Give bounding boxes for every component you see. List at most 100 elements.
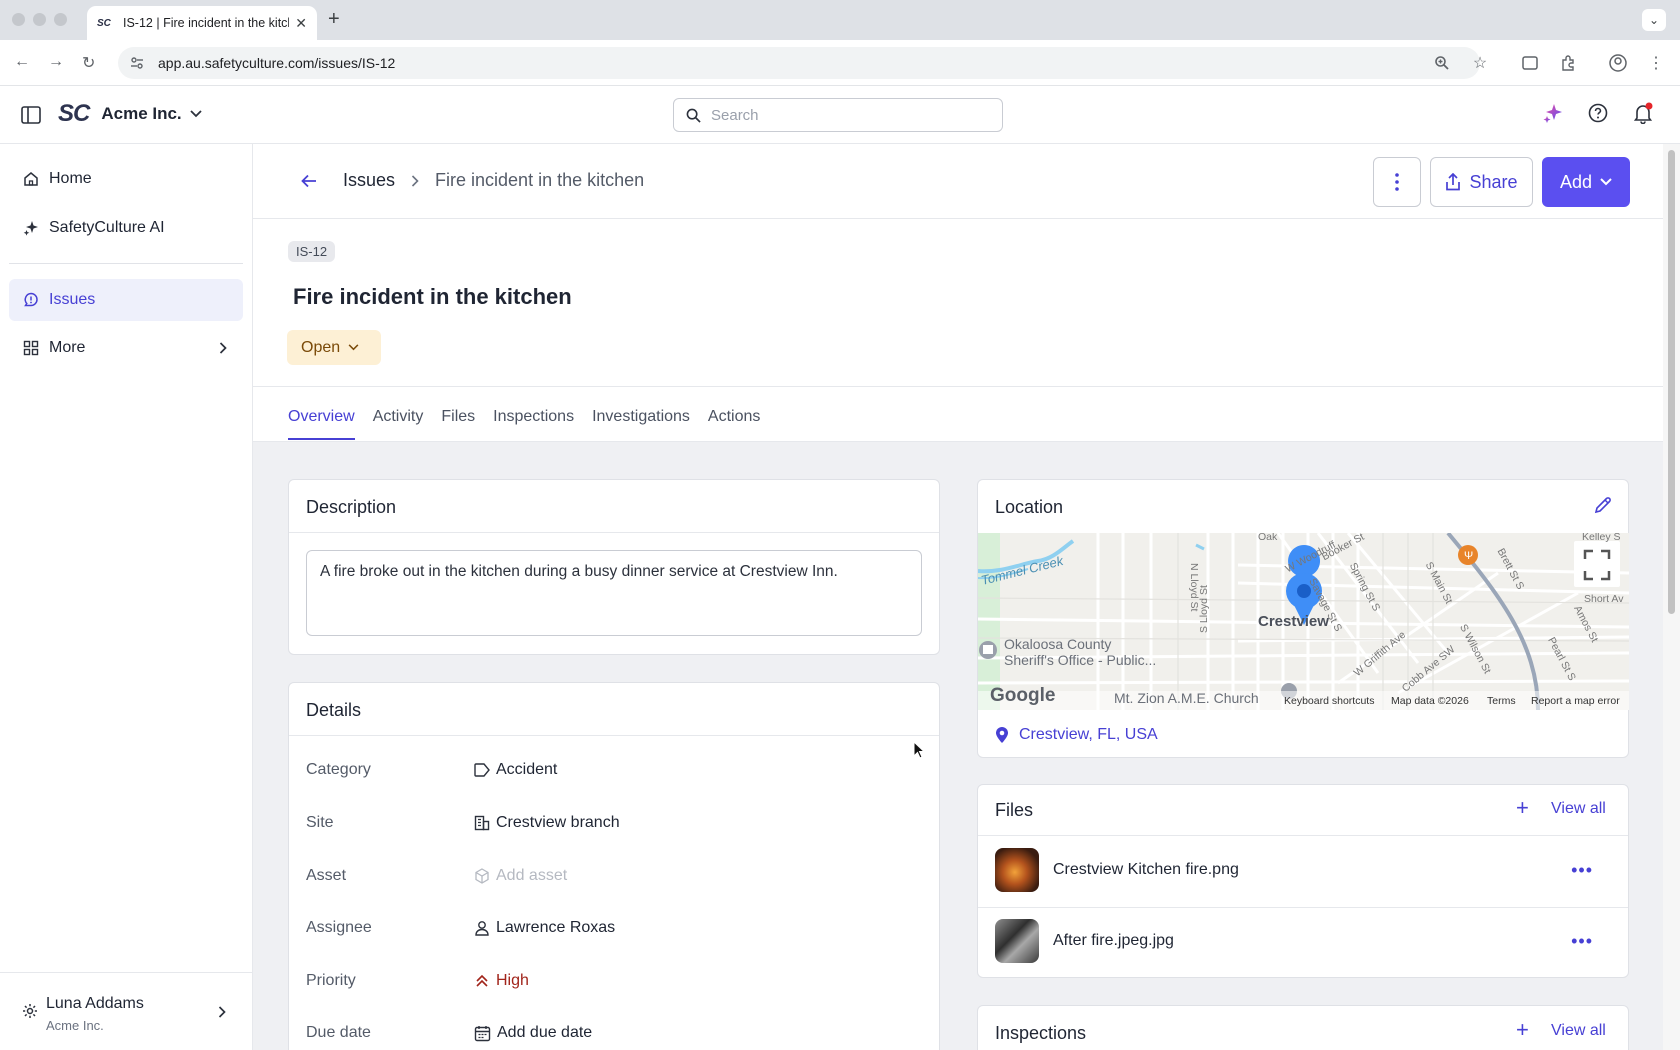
file-item[interactable]: After fire.jpeg.jpg ••• — [995, 919, 1611, 963]
person-icon — [474, 920, 490, 936]
mouse-cursor-icon — [913, 741, 925, 759]
calendar-icon — [474, 1025, 491, 1042]
extensions-icon[interactable] — [1558, 53, 1578, 73]
user-menu[interactable]: Luna Addams Acme Inc. — [0, 972, 252, 1050]
assignee-value[interactable]: Lawrence Roxas — [474, 919, 615, 937]
site-value[interactable]: Crestview branch — [474, 814, 620, 832]
location-map[interactable]: Ψ Crestview Okaloosa County Sheriff's Of… — [978, 533, 1629, 710]
category-text: Accident — [496, 761, 558, 778]
browser-tab-bar: SC IS-12 | Fire incident in the kitchen … — [0, 0, 1680, 40]
tab-close-icon[interactable]: ✕ — [295, 15, 307, 32]
tab-files[interactable]: Files — [441, 408, 475, 440]
favicon-icon: SC — [97, 17, 111, 29]
chevron-right-icon — [219, 342, 227, 354]
site-info-icon[interactable] — [130, 56, 146, 70]
sparkle-icon — [23, 220, 43, 236]
inspections-view-all-link[interactable]: View all — [1551, 1022, 1606, 1040]
map-city-label: Crestview — [1258, 613, 1329, 630]
map-terms-link[interactable]: Terms — [1487, 695, 1516, 707]
breadcrumb: Issues Fire incident in the kitchen — [301, 170, 644, 191]
tab-actions[interactable]: Actions — [708, 408, 760, 440]
ai-sparkle-icon[interactable] — [1542, 102, 1564, 124]
screen-capture-icon[interactable] — [1520, 53, 1540, 73]
breadcrumb-issues-link[interactable]: Issues — [343, 170, 395, 191]
new-tab-icon[interactable]: + — [328, 8, 340, 31]
cube-icon — [474, 868, 490, 884]
window-close-button[interactable] — [12, 13, 25, 26]
search-icon — [686, 108, 701, 123]
reload-icon[interactable]: ↻ — [82, 53, 95, 73]
files-view-all-link[interactable]: View all — [1551, 800, 1606, 818]
add-asset-button[interactable]: Add asset — [474, 867, 567, 885]
back-icon[interactable]: ← — [14, 53, 30, 71]
detail-label: Asset — [306, 867, 347, 884]
issue-id-badge: IS-12 — [288, 241, 336, 262]
sidebar-toggle-icon[interactable] — [21, 106, 41, 124]
details-card: Details Category Accident Site Crestview… — [288, 682, 940, 1050]
tab-search-icon[interactable]: ⌄ — [1642, 9, 1666, 31]
detail-row-due-date: Due date Add due date — [306, 1020, 906, 1046]
assignee-text: Lawrence Roxas — [496, 919, 616, 936]
add-due-date-button[interactable]: Add due date — [474, 1024, 592, 1042]
grid-icon — [23, 340, 43, 356]
priority-value[interactable]: High — [474, 972, 529, 990]
more-options-button[interactable] — [1373, 157, 1421, 207]
map-poi-label: Sheriff's Office - Public... — [1004, 652, 1157, 668]
browser-tab[interactable]: SC IS-12 | Fire incident in the kitchen … — [87, 6, 317, 40]
share-button[interactable]: Share — [1430, 157, 1533, 207]
due-date-text: Add due date — [497, 1024, 593, 1041]
tab-investigations[interactable]: Investigations — [592, 408, 690, 440]
priority-text: High — [496, 972, 529, 989]
zoom-icon[interactable] — [1432, 53, 1452, 73]
add-button[interactable]: Add — [1542, 157, 1630, 207]
map-street-label: Oak — [1258, 533, 1278, 543]
location-address-link[interactable]: Crestview, FL, USA — [995, 726, 1158, 744]
notifications-bell-icon[interactable] — [1632, 102, 1654, 124]
app-header: SC Acme Inc. Search — [0, 86, 1680, 144]
map-report-error-link[interactable]: Report a map error — [1531, 695, 1620, 707]
map-keyboard-shortcuts-link[interactable]: Keyboard shortcuts — [1284, 695, 1374, 707]
sidebar-item-more[interactable]: More — [9, 327, 243, 369]
description-textarea[interactable]: A fire broke out in the kitchen during a… — [306, 550, 922, 636]
detail-row-assignee: Assignee Lawrence Roxas — [306, 915, 906, 941]
category-value[interactable]: Accident — [474, 761, 557, 779]
edit-pencil-icon[interactable] — [1594, 496, 1612, 514]
sidebar-item-home[interactable]: Home — [9, 158, 243, 200]
issue-title[interactable]: Fire incident in the kitchen — [293, 284, 572, 310]
status-dropdown[interactable]: Open — [287, 330, 381, 365]
page-scrollbar[interactable] — [1663, 144, 1680, 1050]
scrollbar-thumb[interactable] — [1668, 150, 1675, 614]
bookmark-star-icon[interactable]: ☆ — [1470, 53, 1490, 73]
window-zoom-button[interactable] — [54, 13, 67, 26]
forward-icon[interactable]: → — [48, 53, 64, 71]
back-arrow-icon[interactable] — [301, 174, 317, 188]
sidebar-item-safetyculture-ai[interactable]: SafetyCulture AI — [9, 207, 243, 249]
sidebar-item-label: Home — [49, 170, 92, 187]
tab-inspections[interactable]: Inspections — [493, 408, 574, 440]
google-logo: Google — [990, 685, 1056, 706]
file-more-icon[interactable]: ••• — [1571, 860, 1593, 881]
search-input[interactable]: Search — [673, 98, 1003, 132]
sidebar-item-issues[interactable]: Issues — [9, 279, 243, 321]
details-title: Details — [306, 700, 362, 720]
user-org: Acme Inc. — [46, 1018, 104, 1033]
add-file-icon[interactable]: + — [1516, 795, 1529, 821]
org-switcher[interactable]: SC Acme Inc. — [58, 100, 202, 128]
url-field[interactable]: app.au.safetyculture.com/issues/IS-12 — [118, 47, 1480, 79]
share-icon — [1445, 173, 1461, 191]
url-text: app.au.safetyculture.com/issues/IS-12 — [158, 55, 396, 71]
location-pin-icon — [995, 726, 1009, 744]
map-poi-label: Mt. Zion A.M.E. Church — [1114, 690, 1259, 706]
browser-address-bar: ← → ↻ app.au.safetyculture.com/issues/IS… — [0, 40, 1680, 86]
browser-menu-icon[interactable]: ⋮ — [1646, 53, 1666, 73]
profile-icon[interactable] — [1608, 53, 1628, 73]
file-more-icon[interactable]: ••• — [1571, 931, 1593, 952]
file-item[interactable]: Crestview Kitchen fire.png ••• — [995, 848, 1611, 892]
tab-activity[interactable]: Activity — [373, 408, 424, 440]
sidebar-item-label: SafetyCulture AI — [49, 219, 165, 236]
tab-overview[interactable]: Overview — [288, 408, 355, 440]
map-poi-label: Okaloosa County — [1004, 636, 1112, 652]
help-icon[interactable] — [1588, 103, 1608, 123]
add-inspection-icon[interactable]: + — [1516, 1017, 1529, 1043]
window-minimize-button[interactable] — [33, 13, 46, 26]
